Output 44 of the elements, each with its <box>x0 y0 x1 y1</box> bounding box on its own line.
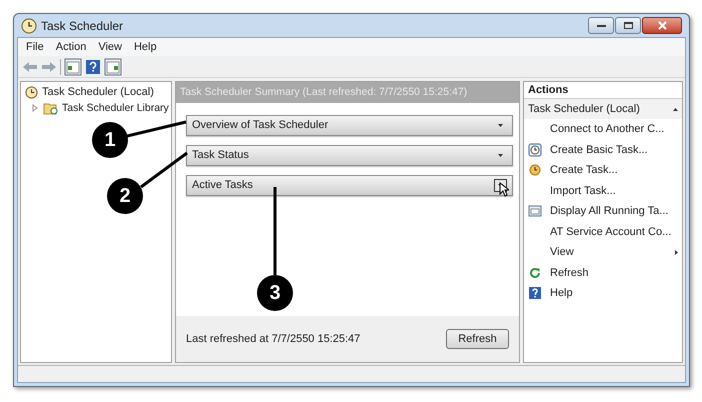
refresh-icon <box>528 266 542 280</box>
help-icon <box>528 286 542 300</box>
actions-pane-link[interactable]: Create Basic Task... <box>524 140 682 160</box>
actions-pane-link[interactable]: Import Task... <box>524 180 682 201</box>
section-header[interactable]: Task Status <box>186 145 513 166</box>
actions-group-header[interactable]: Task Scheduler (Local) <box>524 99 682 119</box>
clock-icon <box>21 18 37 34</box>
actions-pane-link[interactable]: Connect to Another C... <box>524 119 682 140</box>
menu-item[interactable]: Help <box>134 38 157 56</box>
panel-toggle-icon[interactable] <box>104 58 122 76</box>
leader-line <box>126 120 186 138</box>
folder-clock-icon <box>43 102 58 115</box>
panel-toggle-icon[interactable] <box>64 58 82 76</box>
clock-icon <box>528 142 542 157</box>
help-icon[interactable] <box>85 58 101 74</box>
caret-icon <box>498 154 503 157</box>
actions-pane-link[interactable]: Help <box>524 283 682 304</box>
close-button[interactable] <box>642 17 682 34</box>
tree-item[interactable]: Task Scheduler Library <box>23 100 169 116</box>
caret-icon <box>498 124 503 127</box>
minimize-button[interactable] <box>588 17 614 34</box>
tree-item[interactable]: Task Scheduler (Local) <box>23 84 169 100</box>
actions-pane-link[interactable]: Display All Running Ta... <box>524 201 682 222</box>
actions-pane-link[interactable]: Create Task... <box>524 160 682 180</box>
actions-pane-link[interactable]: View <box>524 242 682 262</box>
section-header[interactable]: Overview of Task Scheduler <box>186 115 513 136</box>
leader-line <box>140 152 188 188</box>
window-title: Task Scheduler <box>41 18 124 34</box>
refresh-button[interactable]: Refresh <box>446 329 509 349</box>
actions-pane-link[interactable]: Refresh <box>524 262 682 283</box>
actions-pane-link[interactable]: AT Service Account Co... <box>524 222 682 242</box>
clock-icon <box>528 163 542 178</box>
close-icon <box>658 21 666 30</box>
last-refreshed-text: Last refreshed at 7/7/2550 15:25:47 <box>186 332 360 347</box>
submenu-arrow-icon <box>675 250 678 255</box>
summary-header: Task Scheduler Summary (Last refreshed: 7/7/2550 15:25:47) <box>176 82 519 103</box>
menu-item[interactable]: View <box>98 38 122 56</box>
window-icon <box>528 204 542 218</box>
menu-item[interactable]: Action <box>56 38 86 56</box>
clock-icon <box>25 86 38 99</box>
maximize-button[interactable] <box>615 17 641 34</box>
expander-icon[interactable] <box>31 104 39 112</box>
collapse-caret-icon <box>673 108 678 110</box>
menu-item[interactable]: File <box>26 38 44 56</box>
